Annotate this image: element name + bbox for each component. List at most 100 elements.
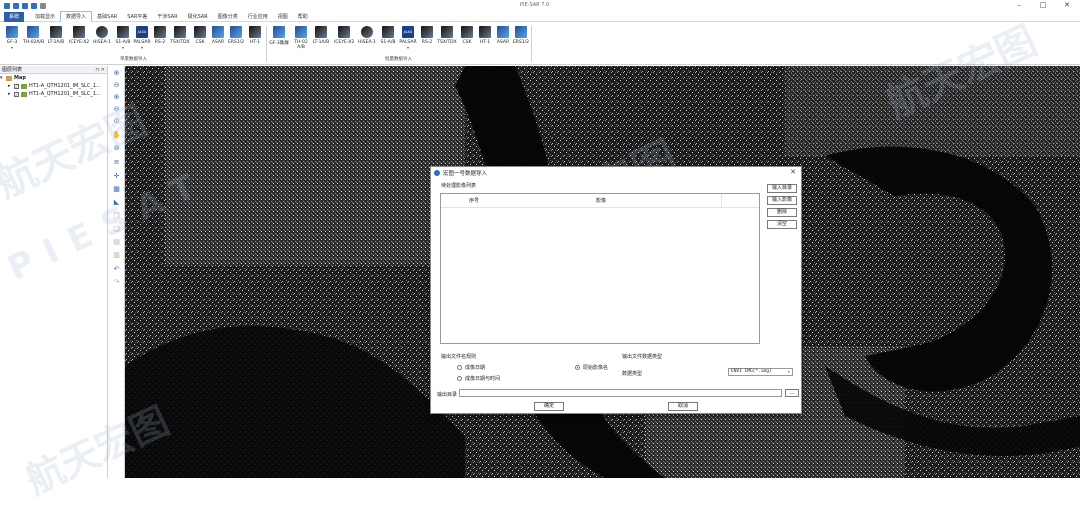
option-imaging-date[interactable]: 成像日期: [457, 364, 485, 371]
new-icon[interactable]: [4, 3, 10, 9]
import-iceye-button[interactable]: ICEYE-X2: [69, 26, 89, 45]
import-s1-button[interactable]: S1-A/B ▾: [113, 26, 133, 50]
undo-icon[interactable]: ↶: [112, 265, 121, 274]
layer-item[interactable]: ▸ ✓ HT1-A_QTH1201_IM_SLC_1...: [0, 90, 107, 98]
import-asar-button[interactable]: ASAR: [208, 26, 228, 45]
pan-icon[interactable]: ✋: [112, 131, 121, 140]
batch-tsx-button[interactable]: TSX/TDX: [437, 26, 457, 45]
tab-classification[interactable]: 图像分类: [213, 12, 243, 22]
close-icon[interactable]: ✕: [790, 168, 796, 176]
tab-polsar[interactable]: 极化SAR: [183, 12, 213, 22]
import-gf3-button[interactable]: GF-3 ▾: [2, 26, 22, 50]
tab-help[interactable]: 帮助: [293, 12, 313, 22]
batch-iceye-button[interactable]: ICEYE-X2: [334, 26, 354, 45]
copy-icon[interactable]: ❐: [112, 212, 121, 221]
import-palsar-button[interactable]: JAXA PALSAR ▾: [132, 26, 152, 50]
column-image-header[interactable]: 影像: [596, 197, 606, 204]
redo-icon[interactable]: ↷: [112, 278, 121, 287]
tab-load-display[interactable]: 加载显示: [30, 12, 60, 22]
layer-visibility-checkbox[interactable]: ✓: [14, 91, 19, 97]
folder-icon[interactable]: [22, 3, 28, 9]
maximize-icon[interactable]: □: [1038, 1, 1048, 9]
tab-insar[interactable]: 干涉SAR: [152, 12, 182, 22]
crosshair-icon[interactable]: ✛: [112, 172, 121, 181]
tab-industry[interactable]: 行业应用: [243, 12, 273, 22]
batch-ers-button[interactable]: ERS1/2: [511, 26, 531, 45]
batch-rs2-button[interactable]: RS-2: [417, 26, 437, 45]
zoom-layer-icon[interactable]: ⊙: [112, 117, 121, 126]
batch-lt1-button[interactable]: LT-1A/B: [311, 26, 331, 45]
map-root-node[interactable]: ▾ Map: [0, 74, 107, 82]
import-th02-button[interactable]: TH-02A/B: [23, 26, 44, 45]
cancel-button[interactable]: 取消: [668, 402, 698, 411]
ok-button[interactable]: 确定: [534, 402, 564, 411]
input-image-button[interactable]: 输入影像: [767, 196, 797, 205]
delete-button[interactable]: 删除: [767, 208, 797, 217]
import-ers-button[interactable]: ERS1/2: [226, 26, 246, 45]
map-root-label: Map: [14, 75, 26, 81]
app-logo-icon: [434, 169, 440, 176]
batch-csk-button[interactable]: CSK: [457, 26, 477, 45]
delete-icon[interactable]: ▥: [112, 251, 121, 260]
customize-icon[interactable]: [40, 3, 46, 9]
tab-system[interactable]: 系统: [4, 11, 25, 22]
radio-button[interactable]: [457, 365, 462, 370]
satellite-icon: [382, 26, 394, 38]
batch-gf3-button[interactable]: GF-3集群: [269, 26, 289, 46]
save-icon[interactable]: [31, 3, 37, 9]
select-icon[interactable]: ▦: [112, 185, 121, 194]
zoom-fixed-out-icon[interactable]: ⊖: [112, 105, 121, 114]
import-csk-button[interactable]: CSK: [190, 26, 210, 45]
layer-panel: 图层列表 ⊓ ✕ ▾ Map ▸ ✓ HT1-A_QTH1201_IM_SLC_…: [0, 66, 108, 478]
pin-icon[interactable]: ⊓ ✕: [95, 67, 105, 73]
satellite-icon: [361, 26, 373, 38]
option-original-name[interactable]: 原始影像名: [575, 364, 608, 371]
identify-icon[interactable]: ≡: [112, 158, 121, 167]
batch-palsar-button[interactable]: JAXA PALSAR ▾: [398, 26, 418, 50]
input-directory-button[interactable]: 输入目录: [767, 184, 797, 193]
open-icon[interactable]: [13, 3, 19, 9]
minimize-icon[interactable]: –: [1014, 1, 1024, 9]
layer-item[interactable]: ▸ ✓ HT1-A_QTH1201_IM_SLC_1...: [0, 82, 107, 90]
chevron-down-icon: ▾: [787, 369, 790, 374]
radio-button[interactable]: [457, 376, 462, 381]
batch-hisea-button[interactable]: HISEA-1: [357, 26, 377, 45]
browse-button[interactable]: ...: [785, 389, 799, 397]
batch-ht1-button[interactable]: HT-1: [475, 26, 495, 45]
import-ht1-button[interactable]: HT-1: [245, 26, 265, 45]
full-extent-icon[interactable]: ⊚: [112, 144, 121, 153]
import-hisea-button[interactable]: HISEA-1: [92, 26, 112, 45]
satellite-icon: [315, 26, 327, 38]
import-tsx-button[interactable]: TSX/TDX: [170, 26, 190, 45]
zoom-in-icon[interactable]: ⊕: [112, 69, 121, 78]
satellite-icon: [249, 26, 261, 38]
tab-basic-sar[interactable]: 基础SAR: [92, 12, 122, 22]
import-lt1-button[interactable]: LT-1A/B: [46, 26, 66, 45]
import-rs2-button[interactable]: RS-2: [150, 26, 170, 45]
clipboard-icon[interactable]: ▤: [112, 238, 121, 247]
satellite-icon: [441, 26, 453, 38]
data-type-select[interactable]: ENVI IMG(*.img) ▾: [728, 368, 793, 376]
batch-import-group-label: 批量数据导入: [385, 57, 412, 62]
tab-data-import[interactable]: 数据导入: [60, 11, 93, 22]
output-directory-input[interactable]: [459, 389, 782, 397]
paste-icon[interactable]: ❏: [112, 225, 121, 234]
column-divider: [721, 194, 722, 208]
radio-button[interactable]: [575, 365, 580, 370]
layer-visibility-checkbox[interactable]: ✓: [14, 83, 19, 89]
satellite-icon: [479, 26, 491, 38]
satellite-icon: [174, 26, 186, 38]
batch-s1-button[interactable]: S1-A/B: [378, 26, 398, 45]
zoom-out-icon[interactable]: ⊖: [112, 81, 121, 90]
batch-th02-button[interactable]: TH-02 A/B: [291, 26, 311, 50]
measure-icon[interactable]: ◣: [112, 198, 121, 207]
option-imaging-datetime[interactable]: 成像日期与时间: [457, 375, 500, 382]
tab-sar-adjustment[interactable]: SAR平差: [122, 12, 152, 22]
column-index-header[interactable]: 序号: [469, 197, 479, 204]
batch-asar-button[interactable]: ASAR: [493, 26, 513, 45]
zoom-fixed-in-icon[interactable]: ⊕: [112, 93, 121, 102]
tab-view[interactable]: 视图: [273, 12, 293, 22]
clear-button[interactable]: 清空: [767, 220, 797, 229]
image-list[interactable]: 序号 影像: [440, 193, 760, 344]
close-icon[interactable]: ✕: [1062, 1, 1072, 9]
